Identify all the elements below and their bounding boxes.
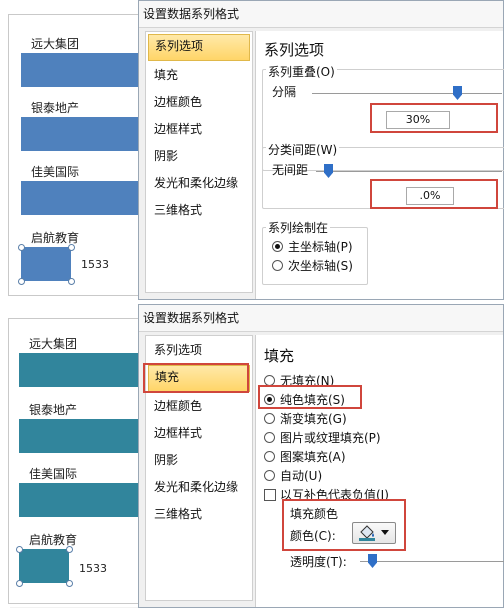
bar-jiamei[interactable] xyxy=(19,483,151,517)
picture-fill-label: 图片或纹理填充(P) xyxy=(280,431,381,445)
selection-handle[interactable] xyxy=(16,546,23,553)
dialog-title: 设置数据系列格式 xyxy=(139,305,503,332)
bar-qihang[interactable] xyxy=(21,247,71,281)
category-label: 佳美国际 xyxy=(29,467,78,481)
bar-jiamei[interactable] xyxy=(21,181,151,215)
nav-glow[interactable]: 发光和柔化边缘 xyxy=(148,475,250,500)
category-label: 银泰地产 xyxy=(31,101,80,115)
nav-3d-format[interactable]: 三维格式 xyxy=(148,502,250,527)
overlap-left-label: 分隔 xyxy=(272,85,297,99)
category-label: 银泰地产 xyxy=(29,403,78,417)
highlight-box xyxy=(370,103,498,133)
nav-border-color[interactable]: 边框颜色 xyxy=(148,394,250,419)
picture-fill-radio[interactable] xyxy=(264,432,275,443)
category-label: 远大集团 xyxy=(31,37,80,51)
automatic-fill-radio[interactable] xyxy=(264,470,275,481)
highlight-box xyxy=(143,363,249,393)
screenshot-panel-series-options: 远大集团 银泰地产 佳美国际 启航教育 1533 设置数据系列格式 系列选项 填… xyxy=(0,0,504,300)
gap-group-label: 分类间距(W) xyxy=(266,141,340,158)
data-label: 1533 xyxy=(79,562,107,575)
bar-qihang[interactable] xyxy=(19,549,69,583)
secondary-axis-radio[interactable] xyxy=(272,260,283,271)
nav-series-options[interactable]: 系列选项 xyxy=(148,338,250,363)
invert-negative-checkbox[interactable] xyxy=(264,489,276,501)
transparency-slider-thumb[interactable] xyxy=(368,554,377,568)
primary-axis-label: 主坐标轴(P) xyxy=(288,240,353,254)
selection-handle[interactable] xyxy=(18,278,25,285)
category-label: 佳美国际 xyxy=(31,165,80,179)
transparency-slider-track[interactable] xyxy=(360,561,504,562)
selection-handle[interactable] xyxy=(68,244,75,251)
primary-axis-radio[interactable] xyxy=(272,241,283,252)
dialog-nav: 系列选项 填充 边框颜色 边框样式 阴影 发光和柔化边缘 三维格式 xyxy=(145,31,253,293)
dialog-content: 系列选项 系列重叠(O) 分隔 30% 分类间距(W) 无间距 .0% 系列绘制… xyxy=(255,31,504,299)
bar-yuanda[interactable] xyxy=(21,53,151,87)
bar-chart[interactable]: 远大集团 银泰地产 佳美国际 启航教育 1533 xyxy=(8,14,152,296)
dialog-content: 填充 无填充(N) 纯色填充(S) 渐变填充(G) 图片或纹理填充(P) 图案填… xyxy=(255,335,504,607)
transparency-label: 透明度(T): xyxy=(290,555,347,569)
pattern-fill-label: 图案填充(A) xyxy=(280,450,346,464)
nav-fill[interactable]: 填充 xyxy=(148,63,250,88)
format-series-dialog: 设置数据系列格式 系列选项 填充 边框颜色 边框样式 阴影 发光和柔化边缘 三维… xyxy=(138,304,504,608)
nav-border-style[interactable]: 边框样式 xyxy=(148,421,250,446)
nav-3d-format[interactable]: 三维格式 xyxy=(148,198,250,223)
nav-border-color[interactable]: 边框颜色 xyxy=(148,90,250,115)
worksheet-area: 远大集团 银泰地产 佳美国际 启航教育 1533 xyxy=(0,304,152,608)
overlap-group-label: 系列重叠(O) xyxy=(266,63,337,80)
nav-shadow[interactable]: 阴影 xyxy=(148,448,250,473)
bar-yintai[interactable] xyxy=(19,419,151,453)
category-label: 远大集团 xyxy=(29,337,78,351)
data-label: 1533 xyxy=(81,258,109,271)
plot-on-group-label: 系列绘制在 xyxy=(266,219,331,236)
selection-handle[interactable] xyxy=(66,546,73,553)
selection-handle[interactable] xyxy=(16,580,23,587)
selection-handle[interactable] xyxy=(18,244,25,251)
format-series-dialog: 设置数据系列格式 系列选项 填充 边框颜色 边框样式 阴影 发光和柔化边缘 三维… xyxy=(138,0,504,300)
selection-handle[interactable] xyxy=(66,580,73,587)
nav-border-style[interactable]: 边框样式 xyxy=(148,117,250,142)
selection-handle[interactable] xyxy=(68,278,75,285)
gap-left-label: 无间距 xyxy=(272,163,309,177)
automatic-fill-label: 自动(U) xyxy=(280,469,323,483)
nav-glow[interactable]: 发光和柔化边缘 xyxy=(148,171,250,196)
highlight-box xyxy=(370,179,498,209)
secondary-axis-label: 次坐标轴(S) xyxy=(288,259,353,273)
gradient-fill-radio[interactable] xyxy=(264,413,275,424)
bar-yintai[interactable] xyxy=(21,117,151,151)
gap-slider-track[interactable] xyxy=(316,171,502,172)
overlap-slider-track[interactable] xyxy=(312,93,502,94)
highlight-box xyxy=(258,385,362,409)
highlight-box xyxy=(282,499,406,551)
screenshot-panel-fill: 远大集团 银泰地产 佳美国际 启航教育 1533 设置数据系列格式 系列选项 填… xyxy=(0,304,504,608)
bar-yuanda[interactable] xyxy=(19,353,151,387)
nav-shadow[interactable]: 阴影 xyxy=(148,144,250,169)
bar-chart[interactable]: 远大集团 银泰地产 佳美国际 启航教育 1533 xyxy=(8,318,152,604)
content-title: 系列选项 xyxy=(264,41,325,59)
content-title: 填充 xyxy=(264,347,295,365)
dialog-title: 设置数据系列格式 xyxy=(139,1,503,28)
gradient-fill-label: 渐变填充(G) xyxy=(280,412,347,426)
pattern-fill-radio[interactable] xyxy=(264,451,275,462)
nav-series-options[interactable]: 系列选项 xyxy=(148,34,250,61)
worksheet-area: 远大集团 银泰地产 佳美国际 启航教育 1533 xyxy=(0,0,152,300)
